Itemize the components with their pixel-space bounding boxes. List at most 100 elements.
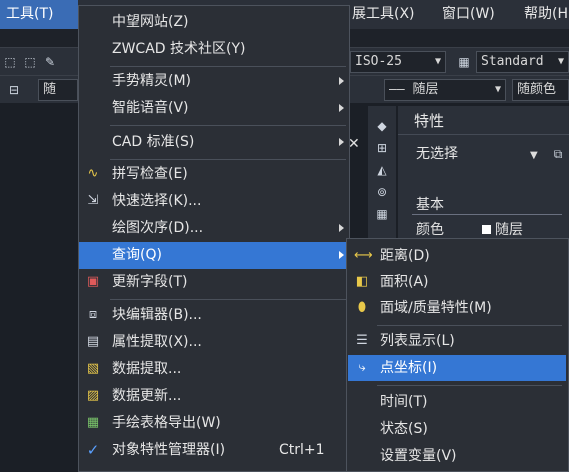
divider	[398, 134, 569, 135]
submenu-item-set-variable[interactable]: 设置变量(V)	[348, 443, 566, 469]
menu-item-attribute-extract[interactable]: ▤ 属性提取(X)...	[79, 329, 349, 356]
menu-item-label: 属性提取(X)...	[112, 334, 202, 350]
submenu-item-label: 距离(D)	[380, 248, 430, 264]
menu-item-shortcut: Ctrl+1	[279, 442, 325, 458]
offset-icon[interactable]: ⊚	[374, 184, 390, 200]
menu-item-label: 手势精灵(M)	[112, 73, 192, 89]
submenu-item-area[interactable]: ◧ 面积(A)	[348, 269, 566, 295]
attribute-extract-icon: ▤	[86, 334, 100, 349]
chevron-down-icon: ▼	[557, 56, 564, 67]
menu-item-voice[interactable]: 智能语音(V)	[79, 95, 349, 122]
chevron-down-icon: ▼	[494, 84, 501, 95]
block-editor-icon: ⧈	[88, 307, 98, 322]
section-basic[interactable]: 基本	[416, 194, 444, 214]
color-combo[interactable]: 随	[38, 79, 78, 101]
update-field-icon: ▣	[86, 274, 100, 289]
menu-item-table-export[interactable]: ▦ 手绘表格导出(W)	[79, 410, 349, 437]
divider	[412, 214, 562, 215]
submenu-arrow-icon	[339, 224, 344, 232]
pick-icon[interactable]: ✎	[42, 54, 58, 70]
chevron-down-icon[interactable]: ▼	[530, 150, 538, 161]
menu-item-label: 数据提取...	[112, 361, 182, 377]
menu-item-inquiry[interactable]: 查询(Q)	[79, 242, 349, 269]
submenu-item-label: 设置变量(V)	[380, 448, 457, 464]
submenu-arrow-icon	[339, 77, 344, 85]
linetype-value: —— 随层	[389, 82, 439, 97]
menu-item-properties-manager[interactable]: ✓ 对象特性管理器(I) Ctrl+1	[79, 437, 349, 464]
menu-window[interactable]: 窗口(W)	[436, 0, 501, 29]
menu-item-label: 智能语音(V)	[112, 100, 189, 116]
select-tool-icon[interactable]: ⬚	[2, 54, 18, 70]
menu-item-label: 绘图次序(D)...	[112, 220, 204, 236]
add-icon[interactable]: ⊞	[374, 140, 390, 156]
table-style-combo[interactable]: Standard ▼	[476, 51, 569, 73]
menu-help[interactable]: 帮助(H	[518, 0, 569, 29]
menu-item-data-extract[interactable]: ▧ 数据提取...	[79, 356, 349, 383]
quick-select-icon[interactable]: ⧉	[550, 146, 566, 162]
lineweight-combo[interactable]: 随颜色	[512, 79, 569, 101]
list-icon: ☰	[356, 333, 368, 348]
menu-item-update-fields[interactable]: ▣ 更新字段(T)	[79, 269, 349, 296]
select-filter-icon[interactable]: ⬚	[22, 54, 38, 70]
menu-item-label: ZWCAD 技术社区(Y)	[112, 41, 246, 57]
menu-express-tools[interactable]: 展工具(X)	[346, 0, 421, 29]
color-label: 颜色	[416, 222, 444, 238]
color-value-text: 随层	[495, 222, 523, 238]
linetype-combo[interactable]: —— 随层 ▼	[384, 79, 506, 101]
menu-item-label: 更新字段(T)	[112, 274, 188, 290]
menu-separator	[110, 125, 346, 126]
submenu-item-distance[interactable]: ⟷ 距离(D)	[348, 243, 566, 269]
menu-item-zwcad-community[interactable]: ZWCAD 技术社区(Y)	[79, 36, 349, 63]
menu-item-gesture[interactable]: 手势精灵(M)	[79, 68, 349, 95]
menu-separator	[377, 325, 562, 326]
menu-item-spell-check[interactable]: ∿ 拼写检查(E)	[79, 161, 349, 188]
mass-properties-icon: ⬮	[357, 300, 367, 315]
menu-separator	[110, 159, 346, 160]
quick-select-icon: ⇲	[87, 193, 99, 208]
color-value[interactable]: 随层	[482, 219, 523, 239]
submenu-item-label: 点坐标(I)	[380, 360, 438, 376]
selection-dropdown[interactable]: 无选择	[408, 142, 548, 166]
menu-item-zwsoft-website[interactable]: 中望网站(Z)	[79, 9, 349, 36]
menu-item-label: 中望网站(Z)	[112, 14, 189, 30]
submenu-arrow-icon	[339, 104, 344, 112]
menu-item-label: 块编辑器(B)...	[112, 307, 202, 323]
submenu-item-list[interactable]: ☰ 列表显示(L)	[348, 328, 566, 354]
point-coordinate-icon: ⤷	[358, 360, 366, 375]
color-swatch	[482, 225, 491, 234]
inquiry-submenu: ⟷ 距离(D) ◧ 面积(A) ⬮ 面域/质量特性(M) ☰ 列表显示(L) ⤷…	[346, 238, 569, 472]
menu-item-quick-select[interactable]: ⇲ 快速选择(K)...	[79, 188, 349, 215]
table-export-icon: ▦	[86, 415, 100, 430]
menu-item-block-editor[interactable]: ⧈ 块编辑器(B)...	[79, 302, 349, 329]
menu-tools[interactable]: 工具(T)	[0, 0, 78, 29]
menu-item-label: 数据更新...	[112, 388, 182, 404]
submenu-item-label: 列表显示(L)	[380, 333, 455, 349]
lineweight-value: 随颜色	[517, 82, 557, 97]
array-icon[interactable]: ▦	[374, 206, 390, 222]
submenu-item-point-coordinate[interactable]: ⤷ 点坐标(I)	[348, 355, 566, 381]
submenu-item-status[interactable]: 状态(S)	[348, 416, 566, 442]
menu-item-draw-order[interactable]: 绘图次序(D)...	[79, 215, 349, 242]
submenu-arrow-icon	[339, 138, 344, 146]
menu-item-label: 查询(Q)	[112, 247, 162, 263]
menu-separator	[110, 66, 346, 67]
data-update-icon: ▨	[86, 388, 100, 403]
eraser-icon[interactable]: ◆	[374, 118, 390, 134]
submenu-item-time[interactable]: 时间(T)	[348, 389, 566, 415]
distance-icon: ⟷	[354, 248, 373, 263]
area-icon: ◧	[355, 274, 369, 289]
dimension-style-combo[interactable]: ISO-25 ▼	[350, 51, 446, 73]
submenu-item-mass-properties[interactable]: ⬮ 面域/质量特性(M)	[348, 295, 566, 321]
menu-item-label: 拼写检查(E)	[112, 166, 188, 182]
mirror-icon[interactable]: ◭	[374, 162, 390, 178]
layer-icon[interactable]: ⊟	[6, 82, 22, 98]
submenu-item-label: 状态(S)	[380, 421, 428, 437]
menu-item-label: 手绘表格导出(W)	[112, 415, 221, 431]
submenu-item-label: 面积(A)	[380, 274, 429, 290]
menu-separator	[377, 385, 562, 386]
menu-item-label: CAD 标准(S)	[112, 134, 195, 150]
table-style-value: Standard	[481, 54, 544, 69]
menu-item-cad-standards[interactable]: CAD 标准(S)	[79, 129, 349, 156]
menu-item-data-update[interactable]: ▨ 数据更新...	[79, 383, 349, 410]
table-style-icon[interactable]: ▦	[456, 54, 472, 70]
